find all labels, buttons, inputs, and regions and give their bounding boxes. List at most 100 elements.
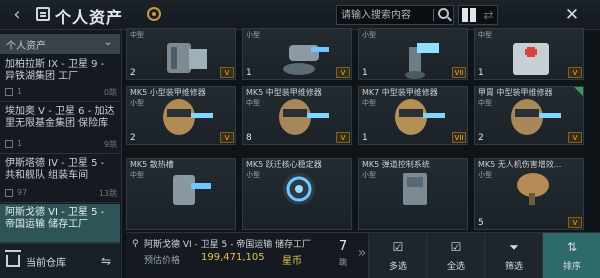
item-quantity: 1 [246,68,252,78]
item-card[interactable]: 中型 2 V [126,28,236,80]
module-thumbnail [147,35,219,79]
item-tier-badge: VII [452,132,466,143]
item-size: 小型 [130,99,144,107]
currency-label: 星币 [282,256,302,267]
select-all-button[interactable]: ☑ 全选 [426,233,484,278]
top-bar: ‹ 个人资产 ⇄ ✕ [0,0,600,30]
item-name: MK5 跃迁核心稳定器 [246,160,322,169]
price-label: 预估价格 [144,256,181,266]
item-size: 中型 [478,99,492,107]
item-card[interactable]: MK7 中型装甲维修器 中型 1 VII [358,86,468,145]
item-tier-badge: V [568,67,582,78]
module-thumbnail [147,93,219,139]
item-card[interactable]: MK5 跃迁核心稳定器 小型 [242,158,352,230]
item-tier-badge: V [336,67,350,78]
asset-filter-dropdown[interactable]: 个人资产 ⌄ [0,34,120,54]
item-card[interactable]: 小型 1 VII [358,28,468,80]
location-item[interactable]: 埃加奥 V - 卫星 6 - 加达里无限基金集团 保险库 1 9跳 [0,103,120,154]
item-name: MK5 小型装甲维修器 [130,88,206,97]
item-quantity: 1 [478,68,484,78]
item-card[interactable]: 甲胄 中型装甲维修器 中型 2 V [474,86,584,145]
item-quantity: 1 [362,133,368,143]
item-name [130,29,235,41]
jumps-indicator: 7 跳 [332,239,354,269]
grid-view-icon[interactable] [461,8,477,22]
filter-label: 筛选 [504,262,523,272]
sidebar: 个人资产 ⌄ 加柏拉斯 IX - 卫星 9 - 异铁湖集团 工厂 1 0跳 埃加… [0,30,122,278]
search-input[interactable] [341,6,429,24]
item-size: 小型 [362,31,376,39]
item-name: MK5 散热槽 [130,160,174,169]
module-thumbnail [147,165,219,211]
multi-select-button[interactable]: ☑ 多选 [368,233,426,278]
select-all-icon: ☑ [450,240,462,254]
item-quantity: 5 [478,218,484,228]
item-card[interactable]: MK5 无人机伤害增效... 小型 5 V [474,158,584,230]
switch-icon[interactable]: ⇋ [98,253,114,269]
search-icon[interactable] [438,8,449,19]
item-tier-badge: V [220,132,234,143]
item-size: 小型 [362,171,376,179]
module-thumbnail [379,35,451,79]
item-card[interactable]: 中型 1 V [474,28,584,80]
view-toggle: ⇄ [458,5,498,25]
location-name: 阿斯戈德 VI - 卫星 5 - 帝国运输 储存工厂 [5,207,105,230]
multi-select-label: 多选 [388,262,407,272]
module-thumbnail [263,35,335,79]
module-thumbnail [379,165,451,211]
item-card[interactable]: MK5 小型装甲维修器 小型 2 V [126,86,236,145]
location-meta: 1 0跳 [5,87,117,99]
item-name [478,29,583,41]
page-title: 个人资产 [55,8,124,27]
module-thumbnail [263,165,335,211]
item-size: 小型 [478,171,492,179]
item-card[interactable]: MK5 散热槽 中型 [126,158,236,230]
current-warehouse-label: 当前仓库 [26,258,66,269]
item-name [246,29,351,41]
back-icon[interactable]: ‹ [6,5,28,25]
select-all-label: 全选 [446,262,465,272]
chevron-down-icon: ⌄ [103,37,113,48]
bottom-bar: ⚲ 阿斯戈德 VI - 卫星 5 - 帝国运输 储存工厂 预估价格 199,47… [126,232,600,278]
location-jumps: 9跳 [103,140,117,149]
module-thumbnail [495,93,567,139]
location-count: 97 [17,188,28,197]
item-name: MK5 中型装甲维修器 [246,88,322,97]
checkbox-icon: ☑ [392,240,404,254]
item-card[interactable]: 小型 1 V [242,28,352,80]
item-grid: 中型 2 V 小型 1 V 小型 1 VII 中型 1 V MK5 小型装甲维修器 小型 2 V MK5 中型装… [126,28,600,230]
location-name: 埃加奥 V - 卫星 6 - 加达里无限基金集团 保险库 [5,106,115,129]
item-card[interactable]: MK5 中型装甲维修器 中型 8 V [242,86,352,145]
item-size: 中型 [130,171,144,179]
jumps-number: 7 [338,239,348,254]
location-meta: 1 9跳 [5,139,117,151]
item-quantity: 2 [130,133,136,143]
close-button[interactable]: ✕ [562,6,582,24]
item-quantity: 2 [130,68,136,78]
price-value: 199,471,105 [201,252,265,263]
target-icon[interactable] [147,7,161,21]
location-item[interactable]: 伊斯塔德 IV - 卫星 5 - 共和舰队 组装车间 97 13跳 [0,155,120,203]
module-thumbnail [495,165,567,211]
item-name: MK5 弹道控制系统 [362,160,430,169]
location-jumps: 0跳 [103,88,117,97]
list-view-icon[interactable]: ⇄ [481,7,496,23]
module-thumbnail [263,93,335,139]
sort-label: 排序 [562,262,581,272]
search-divider [433,9,434,21]
item-card[interactable]: MK5 弹道控制系统 小型 [358,158,468,230]
item-tier-badge: V [220,67,234,78]
warehouse-icon [5,250,21,267]
filter-button[interactable]: ⏷ 筛选 [484,233,542,278]
location-item[interactable]: 加柏拉斯 IX - 卫星 9 - 异铁湖集团 工厂 1 0跳 [0,56,120,102]
asset-filter-label: 个人资产 [6,41,46,52]
item-size: 中型 [478,31,492,39]
location-item-selected[interactable]: 阿斯戈德 VI - 卫星 5 - 帝国运输 储存工厂 [0,204,120,243]
item-name: MK5 无人机伤害增效... [478,160,562,169]
location-meta: 97 13跳 [5,188,117,200]
footer-location: 阿斯戈德 VI - 卫星 5 - 帝国运输 储存工厂 [144,240,312,250]
sort-button[interactable]: ⇅ 排序 [542,233,600,278]
new-flag-icon [574,87,583,96]
box-icon [5,88,13,96]
current-warehouse-button[interactable]: 当前仓库 ⇋ [0,243,120,278]
